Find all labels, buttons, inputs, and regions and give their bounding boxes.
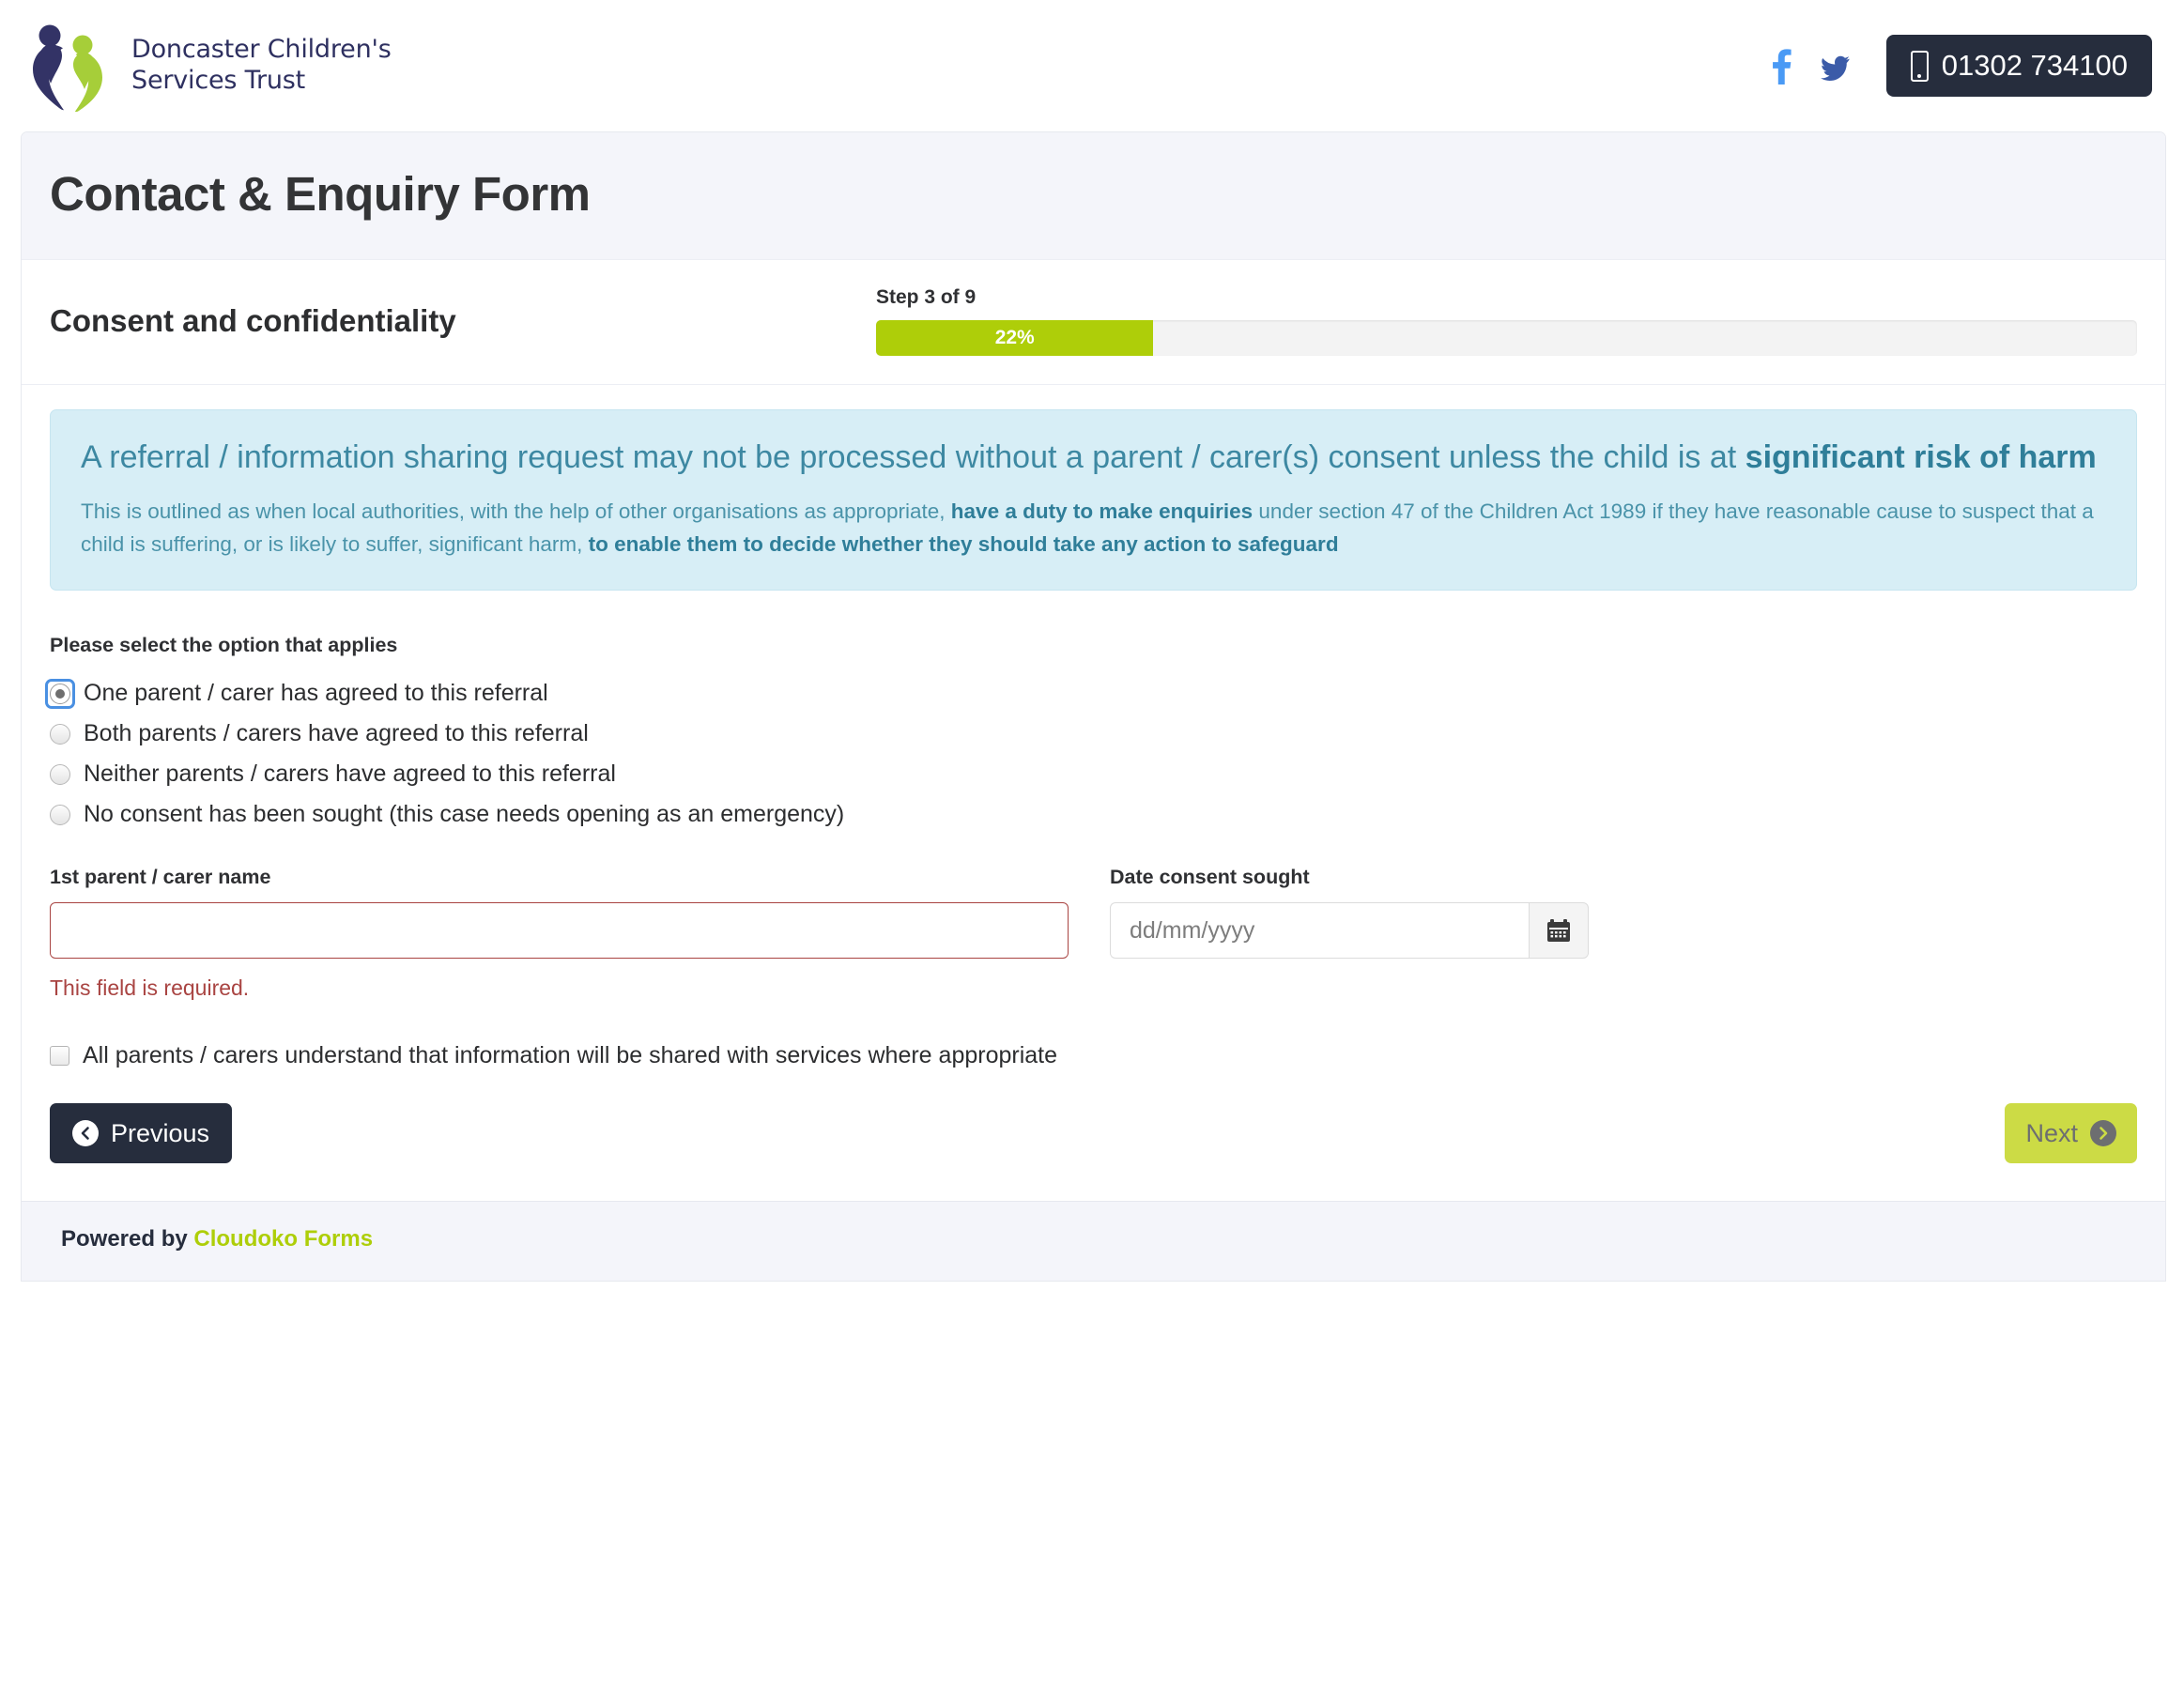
date-consent-input[interactable] xyxy=(1110,902,1529,959)
date-consent-label: Date consent sought xyxy=(1110,866,1310,888)
parent-name-label: 1st parent / carer name xyxy=(50,866,271,888)
consent-option-0-radio[interactable] xyxy=(45,678,75,709)
calendar-picker-button[interactable] xyxy=(1529,902,1589,959)
phone-button[interactable]: 01302 734100 xyxy=(1885,35,2152,97)
radio-button-icon xyxy=(50,683,70,704)
date-input-group xyxy=(1110,902,1589,959)
next-button-label: Next xyxy=(2025,1118,2078,1147)
consent-options-legend: Please select the option that applies xyxy=(50,634,398,656)
step-progress-row: Consent and confidentiality Step 3 of 9 … xyxy=(22,260,2165,385)
facebook-icon[interactable] xyxy=(1766,47,1796,84)
section-title: Consent and confidentiality xyxy=(50,303,456,338)
radio-button-icon xyxy=(50,804,70,825)
powered-by-label: Powered by xyxy=(61,1226,188,1252)
alert-body-text: This is outlined as when local authoriti… xyxy=(81,495,2108,561)
site-header: Doncaster Children's Services Trust 0130… xyxy=(0,0,2184,131)
phone-number: 01302 734100 xyxy=(1941,49,2128,82)
consent-option-1-label: Both parents / carers have agreed to thi… xyxy=(84,720,589,746)
consent-option-2-label: Neither parents / carers have agreed to … xyxy=(84,760,616,787)
alert-lead-part1: A referral / information sharing request… xyxy=(81,439,1746,475)
consent-radio-group[interactable]: One parent / carer has agreed to this re… xyxy=(45,678,2137,828)
alert-body-part1: This is outlined as when local authoriti… xyxy=(81,499,951,523)
cloudoko-forms-link[interactable]: Cloudoko Forms xyxy=(193,1226,373,1252)
next-button[interactable]: Next xyxy=(2005,1103,2137,1163)
previous-button-label: Previous xyxy=(111,1118,210,1147)
brand-logo[interactable]: Doncaster Children's Services Trust xyxy=(28,20,392,112)
consent-option-2-radio[interactable] xyxy=(50,763,70,785)
alert-lead-text: A referral / information sharing request… xyxy=(81,436,2108,480)
chevron-left-circle-icon xyxy=(72,1120,99,1146)
form-navigation: Previous Next xyxy=(50,1103,2137,1184)
previous-button[interactable]: Previous xyxy=(50,1103,233,1163)
consent-option-1[interactable]: Both parents / carers have agreed to thi… xyxy=(50,720,2137,747)
consent-option-3-radio[interactable] xyxy=(50,804,70,825)
date-consent-field-group: Date consent sought xyxy=(1110,866,1589,1001)
chevron-right-circle-icon xyxy=(2090,1120,2116,1146)
alert-body-emphasis-2: to enable them to decide whether they sh… xyxy=(588,532,1339,557)
radio-button-icon xyxy=(50,723,70,745)
parent-name-input[interactable] xyxy=(50,902,1069,959)
consent-info-alert: A referral / information sharing request… xyxy=(50,409,2137,591)
form-header: Contact & Enquiry Form xyxy=(22,132,2165,260)
understand-checkbox-label: All parents / carers understand that inf… xyxy=(83,1042,1058,1068)
form-card: Contact & Enquiry Form Consent and confi… xyxy=(21,131,2166,1282)
parent-name-field-group: 1st parent / carer name This field is re… xyxy=(50,866,1069,1001)
step-counter: Step 3 of 9 xyxy=(876,286,977,308)
page-title: Contact & Enquiry Form xyxy=(50,167,591,221)
brand-name-line2: Services Trust xyxy=(131,66,306,95)
understand-checkbox[interactable] xyxy=(50,1046,69,1066)
consent-option-3-label: No consent has been sought (this case ne… xyxy=(84,801,845,827)
understand-checkbox-row[interactable]: All parents / carers understand that inf… xyxy=(50,1042,2137,1069)
consent-option-0[interactable]: One parent / carer has agreed to this re… xyxy=(45,678,2137,709)
form-footer: Powered by Cloudoko Forms xyxy=(22,1201,2165,1281)
alert-lead-emphasis: significant risk of harm xyxy=(1745,439,2097,475)
form-body: A referral / information sharing request… xyxy=(22,385,2165,1201)
alert-body-emphasis-1: have a duty to make enquiries xyxy=(950,499,1253,523)
header-actions: 01302 734100 xyxy=(1766,35,2152,97)
radio-button-icon xyxy=(50,763,70,785)
consent-option-2[interactable]: Neither parents / carers have agreed to … xyxy=(50,760,2137,788)
progress-bar-fill: 22% xyxy=(876,320,1154,356)
calendar-icon xyxy=(1547,919,1570,942)
consent-option-0-label: One parent / carer has agreed to this re… xyxy=(84,680,548,706)
two-figures-heart-logo-icon xyxy=(33,24,102,112)
brand-name: Doncaster Children's Services Trust xyxy=(131,35,392,97)
parent-name-error: This field is required. xyxy=(50,976,250,1000)
consent-option-3[interactable]: No consent has been sought (this case ne… xyxy=(50,801,2137,828)
progress-bar-track: 22% xyxy=(876,320,2137,356)
brand-name-line1: Doncaster Children's xyxy=(131,35,392,65)
consent-option-1-radio[interactable] xyxy=(50,723,70,745)
consent-fields-row: 1st parent / carer name This field is re… xyxy=(50,866,2137,1001)
twitter-icon[interactable] xyxy=(1820,47,1851,84)
mobile-phone-icon xyxy=(1910,50,1929,82)
progress-container: Step 3 of 9 22% xyxy=(876,286,2139,356)
